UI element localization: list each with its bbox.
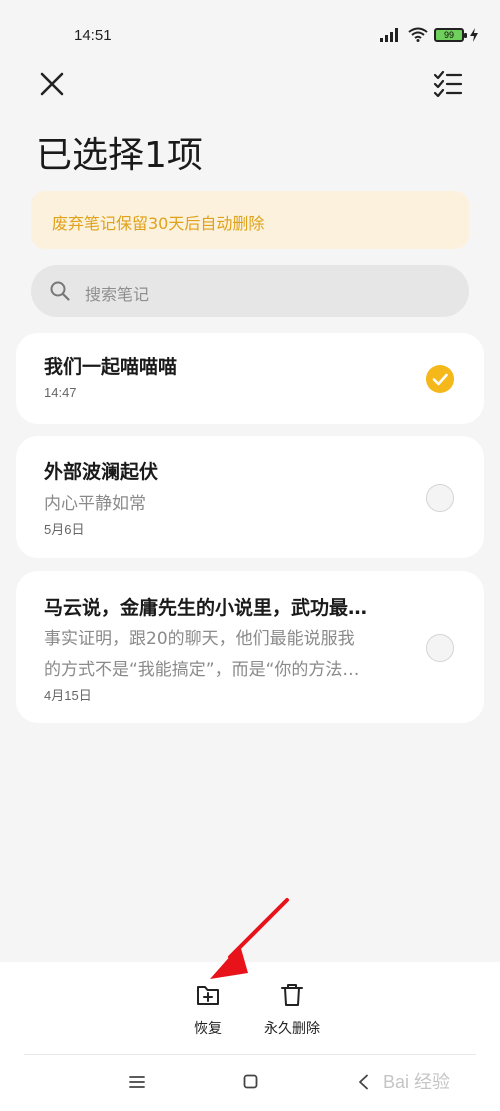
delete-forever-button[interactable]: 永久删除 (262, 982, 322, 1038)
retention-notice: 废弃笔记保留30天后自动删除 (31, 191, 469, 249)
search-input[interactable]: 搜索笔记 (31, 265, 469, 317)
watermark: Bai 经验 (383, 1072, 451, 1092)
checkmark-icon (432, 373, 448, 386)
page-title: 已选择1项 (36, 135, 203, 176)
note-checkbox-checked[interactable] (426, 365, 454, 393)
note-card[interactable]: 马云说，金庸先生的小说里，武功最… 事实证明，跟20的聊天，他们最能说服我 的方… (16, 571, 484, 723)
delete-forever-label: 永久删除 (264, 1021, 320, 1037)
nav-back-button[interactable] (357, 1074, 369, 1094)
checklist-icon (433, 70, 463, 98)
select-all-button[interactable] (432, 68, 464, 100)
signal-icon (380, 27, 398, 42)
back-chevron-icon (359, 1074, 368, 1090)
search-placeholder: 搜索笔记 (85, 285, 150, 304)
note-date: 14:47 (44, 385, 77, 400)
note-title: 马云说，金庸先生的小说里，武功最… (44, 597, 368, 619)
note-snippet: 的方式不是“我能搞定”，而是“你的方法… (44, 660, 360, 680)
restore-button[interactable]: 恢复 (188, 982, 228, 1038)
menu-icon (129, 1076, 145, 1088)
status-bar: 14:51 99 (0, 0, 500, 70)
note-checkbox[interactable] (426, 634, 454, 662)
wifi-icon (408, 27, 428, 42)
close-icon (40, 72, 64, 96)
note-date: 5月6日 (44, 522, 85, 537)
status-icons: 99 (380, 27, 478, 42)
search-icon (50, 281, 70, 301)
home-square-icon (243, 1074, 258, 1089)
nav-home-button[interactable] (243, 1074, 258, 1093)
note-card[interactable]: 我们一起喵喵喵 14:47 (16, 333, 484, 424)
battery-icon: 99 (434, 27, 467, 42)
charging-icon (470, 27, 478, 42)
nav-menu-button[interactable] (129, 1074, 145, 1093)
status-time: 14:51 (74, 27, 112, 44)
note-date: 4月15日 (44, 688, 92, 703)
restore-label: 恢复 (194, 1021, 222, 1037)
note-title: 我们一起喵喵喵 (44, 356, 178, 378)
note-snippet: 内心平静如常 (44, 494, 146, 514)
note-card[interactable]: 外部波澜起伏 内心平静如常 5月6日 (16, 436, 484, 558)
divider (24, 1054, 476, 1055)
trash-icon (281, 984, 303, 1006)
note-snippet: 事实证明，跟20的聊天，他们最能说服我 (44, 629, 355, 649)
close-button[interactable] (36, 68, 68, 100)
note-title: 外部波澜起伏 (44, 461, 159, 483)
note-checkbox[interactable] (426, 484, 454, 512)
folder-plus-icon (197, 986, 219, 1005)
